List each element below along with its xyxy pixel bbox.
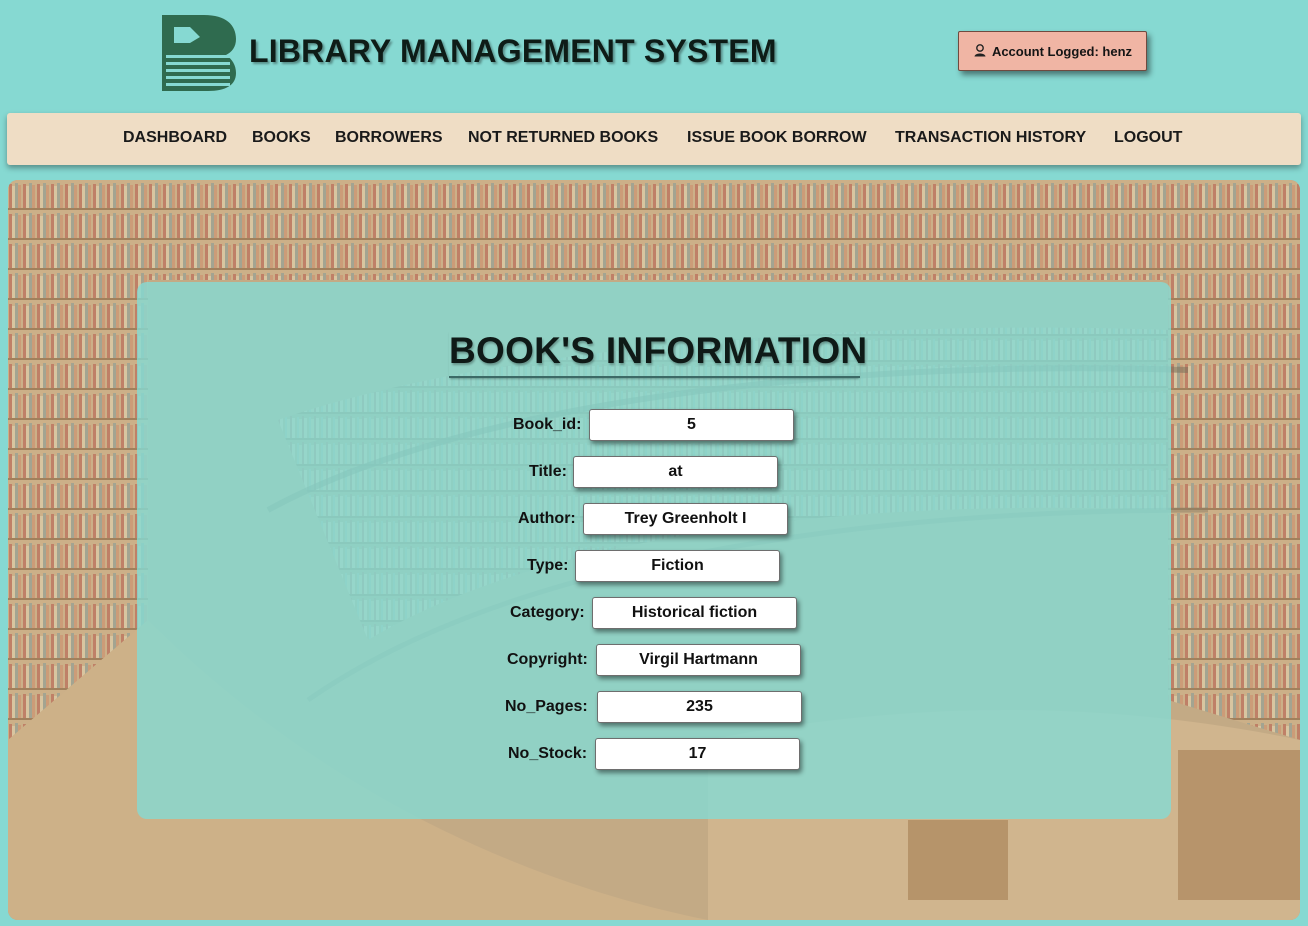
book-id-label: Book_id: (513, 416, 582, 433)
header: LIBRARY MANAGEMENT SYSTEM Account Logged… (0, 0, 1308, 110)
account-badge[interactable]: Account Logged: henz (958, 31, 1147, 71)
nav-transaction-history[interactable]: TRANSACTION HISTORY (895, 129, 1086, 147)
main-nav: DASHBOARD BOOKS BORROWERS NOT RETURNED B… (7, 113, 1301, 165)
title-field[interactable]: at (573, 456, 778, 488)
account-label: Account Logged: henz (991, 43, 1133, 59)
user-icon (973, 43, 987, 60)
author-field[interactable]: Trey Greenholt I (583, 503, 788, 535)
type-field[interactable]: Fiction (575, 550, 780, 582)
nav-logout[interactable]: LOGOUT (1114, 129, 1182, 147)
author-label: Author: (518, 510, 576, 527)
no-pages-label: No_Pages: (505, 698, 588, 715)
type-label: Type: (527, 557, 569, 574)
nav-issue-book-borrow[interactable]: ISSUE BOOK BORROW (687, 129, 867, 147)
nav-books[interactable]: BOOKS (252, 129, 311, 147)
category-label: Category: (510, 604, 585, 621)
nav-borrowers[interactable]: BORROWERS (335, 129, 443, 147)
no-stock-label: No_Stock: (508, 745, 588, 762)
copyright-label: Copyright: (507, 651, 588, 668)
category-field[interactable]: Historical fiction (592, 597, 797, 629)
no-stock-field[interactable]: 17 (595, 738, 800, 770)
page-title: BOOK'S INFORMATION (449, 330, 867, 378)
no-pages-field[interactable]: 235 (597, 691, 802, 723)
book-id-field[interactable]: 5 (589, 409, 794, 441)
title-label: Title: (529, 463, 567, 480)
nav-dashboard[interactable]: DASHBOARD (123, 129, 227, 147)
app-title: LIBRARY MANAGEMENT SYSTEM (249, 33, 777, 69)
library-logo-icon (160, 15, 236, 91)
nav-not-returned-books[interactable]: NOT RETURNED BOOKS (468, 129, 658, 147)
copyright-field[interactable]: Virgil Hartmann (596, 644, 801, 676)
